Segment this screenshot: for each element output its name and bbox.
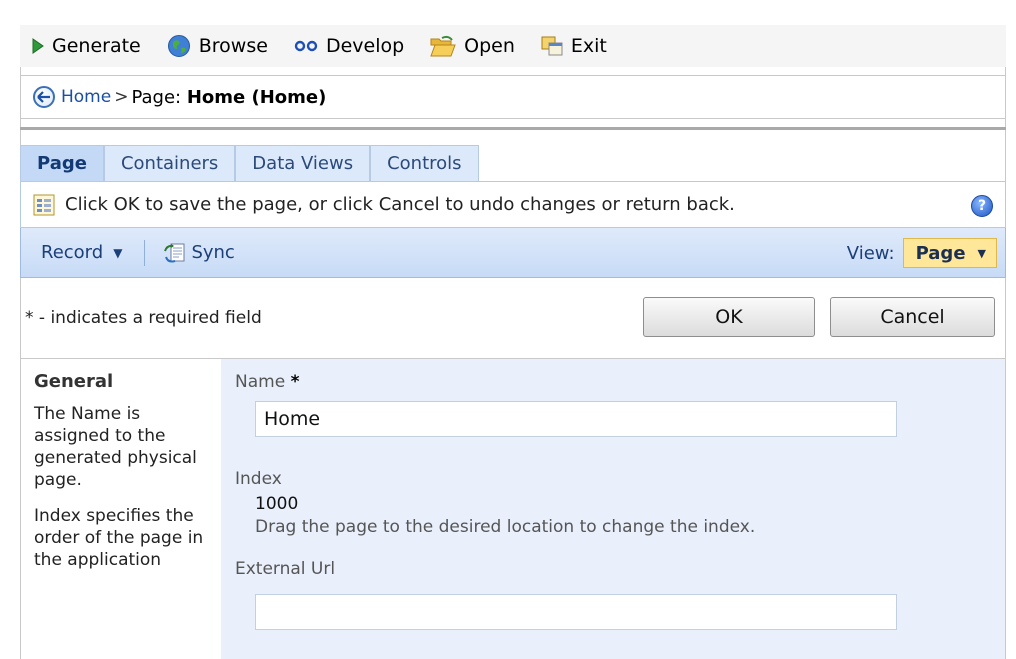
record-label: Record (41, 242, 104, 263)
form-icon (33, 194, 55, 216)
name-input[interactable]: Home (255, 401, 897, 437)
tab-containers[interactable]: Containers (103, 145, 236, 181)
index-field-label: Index (235, 469, 282, 489)
open-button[interactable]: Open (430, 35, 515, 57)
ok-button[interactable]: OK (643, 297, 815, 337)
breadcrumb-page-name: Home (Home) (186, 86, 327, 108)
external-url-input[interactable] (255, 594, 897, 630)
cancel-button[interactable]: Cancel (830, 297, 995, 337)
develop-label: Develop (325, 35, 405, 57)
form-header-row: * - indicates a required field OK Cancel (20, 278, 1006, 358)
chevron-down-icon: ▼ (977, 246, 986, 260)
record-menu-button[interactable]: Record ▼ (41, 242, 122, 263)
name-field-label: Name * (235, 372, 299, 392)
view-dropdown[interactable]: Page ▼ (902, 238, 997, 268)
index-value: 1000 (255, 494, 299, 514)
main-toolbar: Generate Browse Develop Open Exit (20, 25, 1006, 67)
category-description-name: The Name is assigned to the generated ph… (34, 404, 197, 490)
view-value: Page (915, 242, 966, 264)
category-description: General The Name is assigned to the gene… (21, 359, 221, 659)
sync-label: Sync (191, 242, 235, 263)
folder-open-icon (430, 35, 456, 57)
name-label-text: Name (235, 372, 286, 392)
instruction-bar: Click OK to save the page, or click Canc… (20, 181, 1006, 228)
chevron-down-icon: ▼ (113, 245, 123, 260)
breadcrumb-page-prefix: Page: (131, 86, 187, 108)
required-field-note: * - indicates a required field (25, 308, 262, 328)
breadcrumb-separator: > (114, 87, 129, 107)
breadcrumb-home-link[interactable]: Home (61, 87, 111, 107)
instruction-text: Click OK to save the page, or click Canc… (65, 194, 735, 215)
back-arrow-icon[interactable] (33, 86, 55, 108)
breadcrumb: Home > Page: Home (Home) (20, 75, 1006, 119)
browse-button[interactable]: Browse (167, 34, 268, 58)
external-url-field-label: External Url (235, 559, 336, 579)
globe-icon (167, 34, 191, 58)
exit-icon (541, 36, 563, 56)
tab-controls[interactable]: Controls (370, 145, 479, 181)
open-label: Open (464, 35, 515, 57)
required-marker: * (290, 372, 300, 392)
generate-button[interactable]: Generate (32, 35, 141, 57)
view-label: View: (846, 242, 895, 264)
view-selector: View: Page ▼ (847, 238, 997, 268)
develop-button[interactable]: Develop (294, 35, 404, 57)
infinity-icon (294, 39, 318, 53)
category-heading: General (34, 371, 114, 392)
sync-button[interactable]: Sync (163, 241, 235, 265)
exit-button[interactable]: Exit (541, 35, 607, 57)
category-description-index: Index specifies the order of the page in… (34, 506, 204, 570)
header-divider (20, 127, 1006, 130)
sync-icon (163, 241, 187, 265)
help-icon[interactable]: ? (971, 195, 993, 217)
tab-strip: Page Containers Data Views Controls (20, 145, 479, 181)
toolbar-separator (144, 239, 146, 266)
exit-label: Exit (570, 35, 607, 57)
fields-panel: Name * Home Index 1000 Drag the page to … (221, 359, 1005, 659)
play-icon (32, 38, 44, 54)
tab-page[interactable]: Page (20, 145, 104, 181)
tab-data-views[interactable]: Data Views (235, 145, 371, 181)
index-hint: Drag the page to the desired location to… (255, 517, 756, 537)
breadcrumb-current-page: Page: Home (Home) (131, 87, 326, 108)
generate-label: Generate (52, 35, 141, 57)
action-bar: Record ▼ Sync View: Page ▼ (20, 228, 1006, 278)
browse-label: Browse (198, 35, 268, 57)
